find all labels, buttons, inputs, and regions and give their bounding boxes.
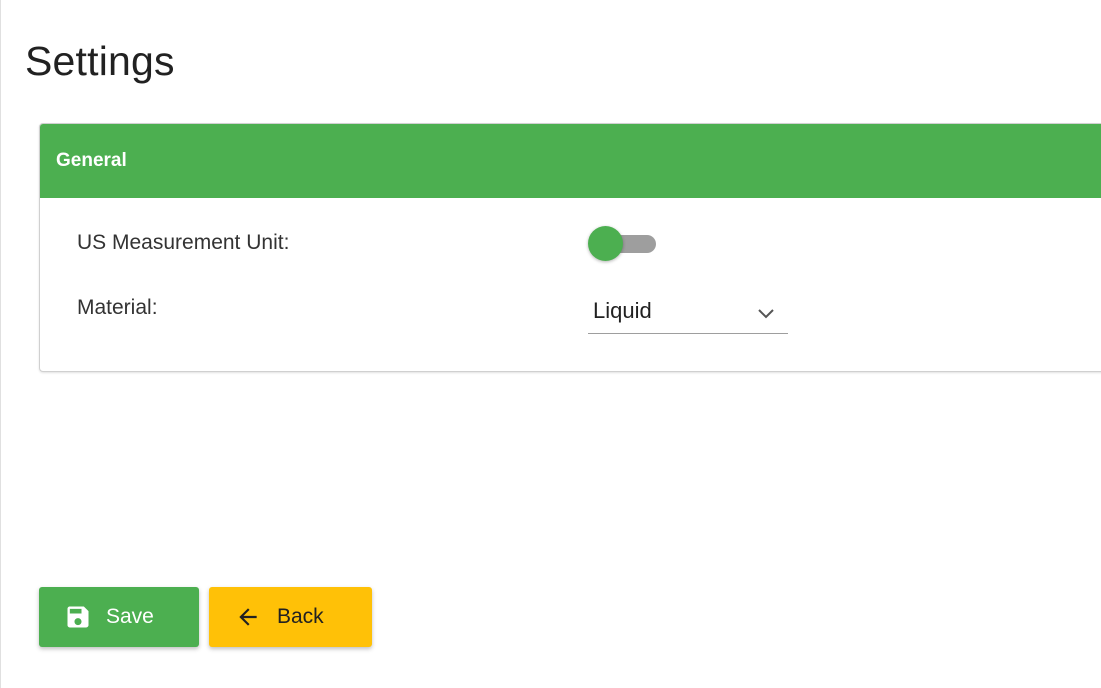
arrow-left-icon: [235, 604, 261, 630]
chevron-down-icon: [756, 306, 776, 320]
general-settings-card: General US Measurement Unit: Material: L…: [39, 123, 1101, 372]
card-header: General: [40, 124, 1101, 198]
material-select-value: Liquid: [593, 298, 652, 323]
back-button[interactable]: Back: [209, 587, 372, 647]
floppy-disk-icon: [64, 603, 92, 631]
back-button-label: Back: [277, 605, 324, 628]
toggle-thumb: [588, 226, 623, 261]
save-button-label: Save: [106, 605, 154, 628]
material-label: Material:: [77, 296, 158, 319]
page-title: Settings: [25, 38, 175, 84]
us-measurement-unit-toggle[interactable]: [588, 226, 658, 261]
save-button[interactable]: Save: [39, 587, 199, 647]
card-header-title: General: [56, 150, 127, 171]
material-select[interactable]: Liquid: [588, 290, 788, 334]
us-measurement-unit-label: US Measurement Unit:: [77, 231, 290, 254]
settings-page: Settings General US Measurement Unit: Ma…: [0, 0, 1101, 688]
